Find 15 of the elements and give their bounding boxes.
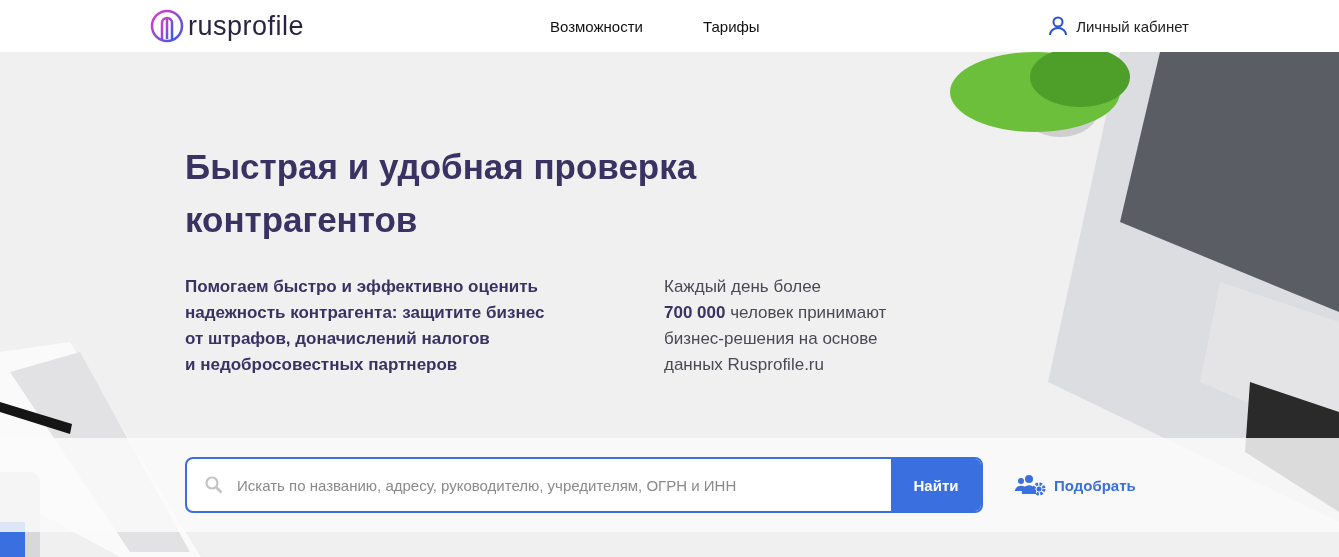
find-button[interactable]: Найти [891, 459, 981, 511]
logo[interactable]: rusprofile [150, 9, 550, 43]
search-field[interactable]: Искать по названию, адресу, руководителю, учредителям, ОГРН и ИНН Найти [185, 457, 983, 513]
stats-text: Каждый день более 700 000 человек принимают бизнес-решения на основе данных Rusprofile.ru [664, 276, 887, 376]
search-icon [205, 476, 223, 494]
account-link[interactable]: Личный кабинет [1048, 16, 1189, 36]
user-icon [1048, 16, 1069, 36]
pick-link[interactable]: Подобрать [1015, 474, 1136, 496]
logo-icon [150, 9, 184, 43]
nav-link[interactable]: Тарифы [702, 17, 760, 35]
logo-text: rusprofile [188, 10, 305, 42]
users-gear-icon [1015, 474, 1046, 496]
nav-link[interactable]: Возможности [550, 17, 643, 35]
hero-title: Быстрая и удобная проверка контрагентов [185, 146, 698, 241]
hero-description: Помогаем быстро и эффективно оценить надежность контрагента: защитите бизнес от штрафов, доначислений налогов и недобросовестных партнеров [185, 276, 546, 376]
